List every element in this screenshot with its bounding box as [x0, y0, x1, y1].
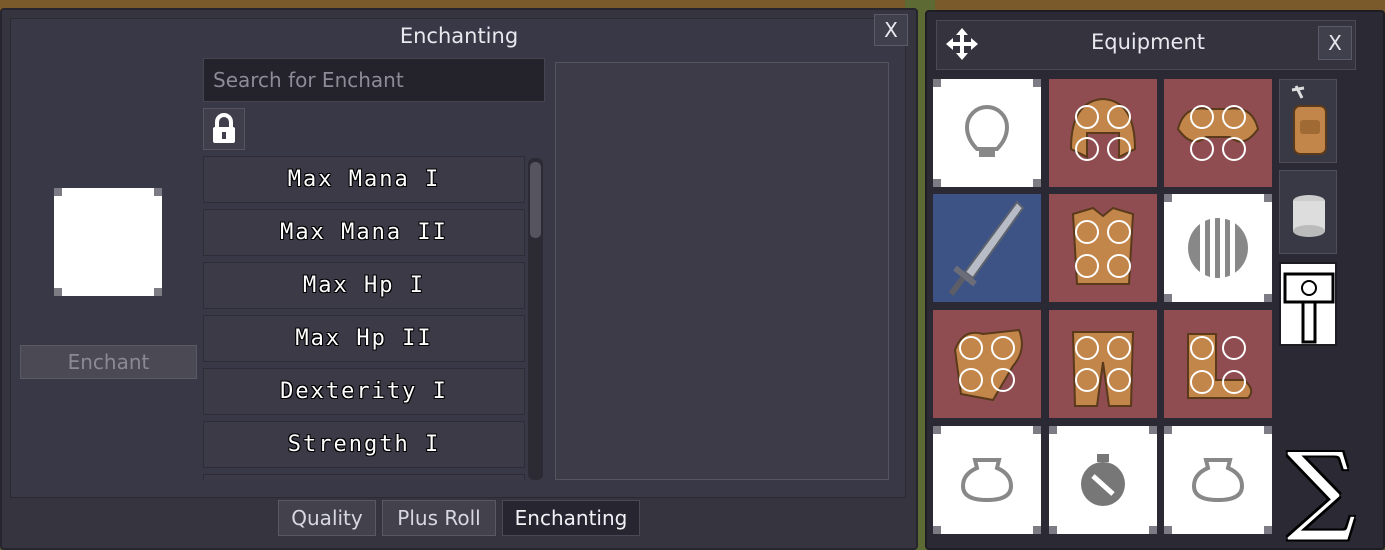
crafting-tab[interactable]	[1279, 170, 1337, 254]
sword-icon	[948, 200, 1025, 296]
list-item[interactable]: Strength I	[203, 421, 525, 468]
ring-slot-right[interactable]	[1164, 426, 1272, 534]
list-item[interactable]: Max Mana II	[203, 209, 525, 256]
list-item[interactable]	[203, 474, 525, 480]
backpack-icon	[1291, 85, 1327, 155]
legs-slot[interactable]	[1049, 310, 1157, 418]
amulet-slot[interactable]	[1049, 426, 1157, 534]
enchant-list: Max Mana I Max Mana II Max Hp I Max Hp I…	[203, 156, 526, 480]
chestpiece-icon	[1071, 206, 1135, 285]
chest-slot[interactable]	[1049, 194, 1157, 302]
head-slot[interactable]	[933, 79, 1041, 187]
boots-icon	[1187, 333, 1253, 399]
gloves-icon	[953, 328, 1023, 402]
ring-slot-left[interactable]	[933, 426, 1041, 534]
shoulders-icon	[1176, 105, 1260, 161]
helmet-icon	[1069, 97, 1137, 161]
inventory-tab[interactable]	[1279, 79, 1337, 163]
slot-corner	[154, 188, 162, 196]
stats-summary-icon[interactable]: ∑	[1287, 438, 1356, 538]
list-item[interactable]: Max Mana I	[203, 156, 525, 203]
lock-button[interactable]	[203, 108, 245, 150]
close-button[interactable]: X	[874, 14, 908, 46]
bulb-outline-icon	[964, 105, 1010, 157]
scrollbar-thumb[interactable]	[530, 162, 541, 238]
window-title: Enchanting	[399, 24, 519, 48]
lock-icon	[213, 113, 235, 143]
move-icon[interactable]	[944, 26, 980, 62]
shoulder-slot[interactable]	[1164, 79, 1272, 187]
search-input[interactable]: Search for Enchant	[203, 58, 545, 102]
list-item[interactable]: Max Hp I	[203, 262, 525, 309]
hammer-icon	[1283, 272, 1335, 344]
amulet-icon	[1081, 454, 1125, 506]
skills-tab[interactable]	[1279, 262, 1337, 346]
item-slot[interactable]	[54, 188, 162, 296]
gloves-slot[interactable]	[933, 310, 1041, 418]
slot-corner	[54, 288, 62, 296]
enchant-button[interactable]: Enchant	[20, 345, 197, 379]
weapon-slot[interactable]	[933, 194, 1041, 302]
enchant-detail-panel	[555, 62, 889, 480]
shield-slot[interactable]	[1164, 194, 1272, 302]
window-title: Equipment	[1091, 30, 1205, 54]
ring-outline-icon	[960, 458, 1014, 503]
round-shield-icon	[1188, 218, 1248, 278]
list-item[interactable]: Dexterity I	[203, 368, 525, 415]
tab-quality[interactable]: Quality	[278, 500, 376, 536]
tab-enchanting[interactable]: Enchanting	[502, 500, 640, 536]
boots-slot[interactable]	[1164, 310, 1272, 418]
stone-tower-icon	[1293, 195, 1325, 237]
ring-outline-icon	[1191, 458, 1245, 503]
slot-corner	[54, 188, 62, 196]
close-button[interactable]: X	[1318, 26, 1352, 60]
helmet-slot[interactable]	[1049, 79, 1157, 187]
slot-corner	[154, 288, 162, 296]
list-scrollbar[interactable]	[528, 158, 543, 480]
tab-plus-roll[interactable]: Plus Roll	[382, 500, 496, 536]
pants-icon	[1071, 331, 1135, 407]
list-item[interactable]: Max Hp II	[203, 315, 525, 362]
